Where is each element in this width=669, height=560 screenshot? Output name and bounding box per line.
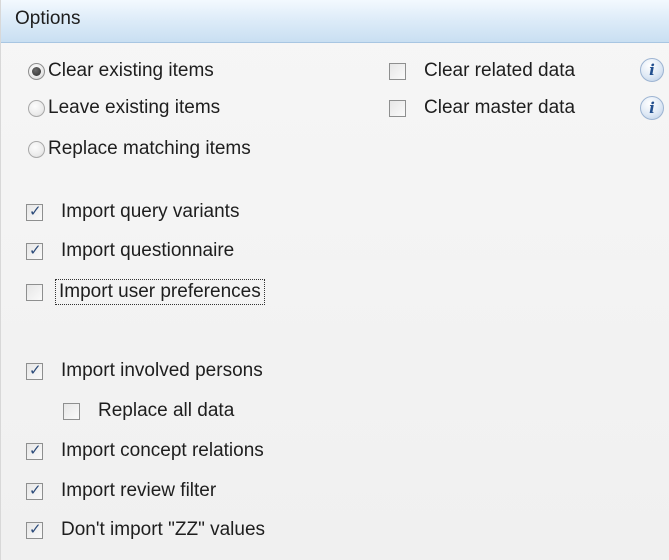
check-mark-icon: ✓ — [29, 480, 42, 499]
checkbox-dont-import-zz-values[interactable]: ✓ Don't import "ZZ" values — [26, 515, 265, 545]
options-panel: Options Clear existing items Leave exist… — [0, 0, 669, 560]
checkbox-box[interactable] — [389, 99, 406, 117]
checkbox-import-user-preferences[interactable]: Import user preferences — [26, 277, 265, 307]
checkbox-label: Import user preferences — [55, 279, 265, 305]
radio-button-icon[interactable] — [28, 140, 45, 158]
check-mark-icon: ✓ — [29, 201, 42, 220]
check-mark-icon: ✓ — [29, 440, 42, 459]
radio-button-icon[interactable] — [28, 99, 45, 117]
info-icon[interactable]: i — [640, 96, 664, 120]
checkbox-box[interactable]: ✓ — [26, 201, 43, 221]
checkbox-box[interactable] — [63, 402, 80, 420]
checkbox-import-involved-persons[interactable]: ✓ Import involved persons — [26, 356, 263, 386]
check-mark-icon: ✓ — [29, 360, 42, 379]
checkbox-clear-master-data[interactable]: Clear master data — [389, 93, 575, 123]
checkbox-label: Import review filter — [61, 480, 217, 501]
info-icon[interactable]: i — [640, 58, 664, 82]
checkbox-label: Import query variants — [61, 201, 240, 222]
checkbox-box[interactable]: ✓ — [26, 480, 43, 500]
radio-replace-matching-items[interactable]: Replace matching items — [28, 134, 251, 164]
radio-label: Leave existing items — [48, 97, 221, 118]
checkbox-import-review-filter[interactable]: ✓ Import review filter — [26, 476, 216, 506]
checkbox-box[interactable]: ✓ — [26, 440, 43, 460]
checkbox-label: Don't import "ZZ" values — [61, 519, 266, 540]
options-title: Options — [15, 8, 81, 29]
radio-label: Clear existing items — [48, 60, 214, 81]
checkbox-import-concept-relations[interactable]: ✓ Import concept relations — [26, 436, 264, 466]
options-header: Options — [1, 0, 669, 43]
checkbox-replace-all-data[interactable]: Replace all data — [63, 396, 234, 426]
radio-clear-existing-items[interactable]: Clear existing items — [28, 56, 214, 86]
checkbox-import-query-variants[interactable]: ✓ Import query variants — [26, 197, 239, 227]
radio-label: Replace matching items — [48, 138, 251, 159]
checkbox-box[interactable]: ✓ — [26, 240, 43, 260]
check-mark-icon: ✓ — [29, 240, 42, 259]
radio-button-icon[interactable] — [28, 62, 45, 80]
checkbox-box[interactable]: ✓ — [26, 360, 43, 380]
check-mark-icon: ✓ — [29, 519, 42, 538]
checkbox-box[interactable] — [26, 283, 43, 301]
checkbox-label: Import questionnaire — [61, 240, 235, 261]
checkbox-label: Replace all data — [98, 400, 235, 421]
radio-leave-existing-items[interactable]: Leave existing items — [28, 93, 220, 123]
checkbox-label: Import concept relations — [61, 440, 264, 461]
checkbox-box[interactable] — [389, 62, 406, 80]
checkbox-label: Import involved persons — [61, 360, 263, 381]
checkbox-label: Clear master data — [424, 97, 576, 118]
checkbox-import-questionnaire[interactable]: ✓ Import questionnaire — [26, 236, 234, 266]
checkbox-label: Clear related data — [424, 60, 576, 81]
checkbox-clear-related-data[interactable]: Clear related data — [389, 56, 575, 86]
checkbox-box[interactable]: ✓ — [26, 519, 43, 539]
